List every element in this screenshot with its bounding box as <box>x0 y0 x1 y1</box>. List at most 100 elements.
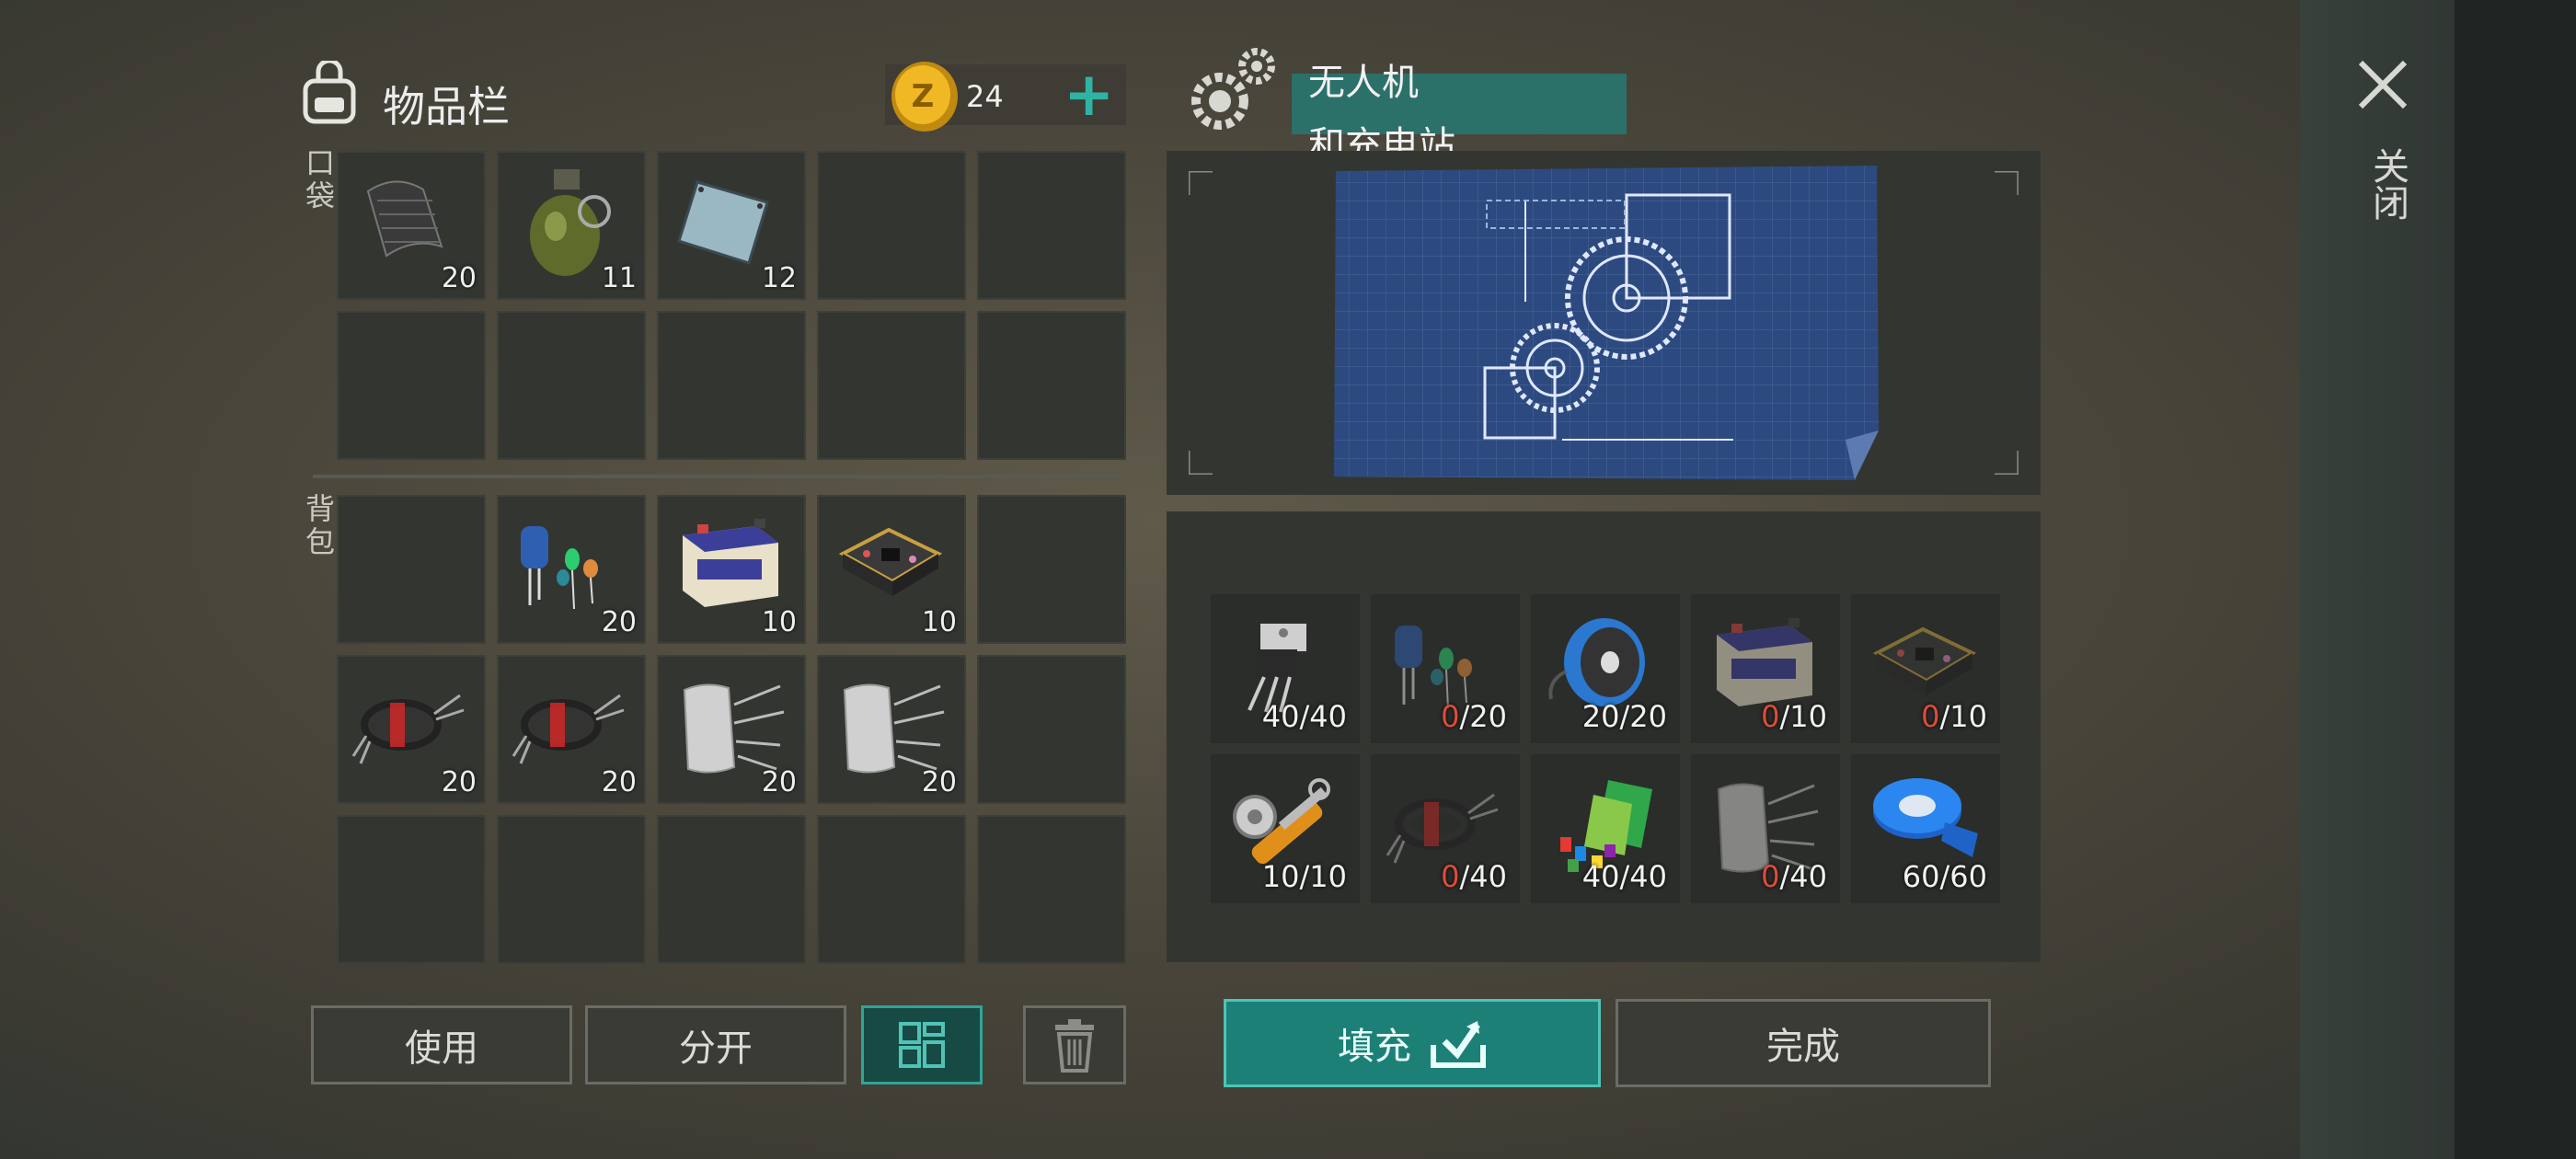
have-count: 40 <box>1581 859 1620 894</box>
split-button[interactable]: 分开 <box>585 1005 846 1084</box>
item-count: 20 <box>761 766 797 798</box>
requirement-count: 0/40 <box>1441 859 1507 894</box>
item-count: 20 <box>601 606 637 638</box>
use-button[interactable]: 使用 <box>311 1005 572 1084</box>
gold-coin-icon: Z <box>889 59 960 134</box>
requirement-count: 0/20 <box>1441 699 1507 734</box>
requirement-count: 20/20 <box>1582 699 1667 734</box>
fill-button[interactable]: 填充 <box>1224 999 1601 1087</box>
have-count: 0 <box>1761 859 1780 894</box>
pocket-slot[interactable] <box>817 151 966 300</box>
section-divider <box>313 475 1126 478</box>
have-count: 0 <box>1441 859 1460 894</box>
requirement-slot[interactable]: 0/10 <box>1691 594 1840 743</box>
pocket-slot[interactable] <box>657 311 806 460</box>
backpack-slot[interactable] <box>977 495 1126 644</box>
backpack-slot[interactable]: 10 <box>657 495 806 644</box>
requirement-slot[interactable]: 0/40 <box>1371 754 1520 903</box>
pocket-label: 口袋 <box>301 147 336 213</box>
item-count: 20 <box>441 766 477 798</box>
item-count: 10 <box>761 606 797 638</box>
need-count: /10 <box>1939 699 1988 734</box>
requirement-count: 10/10 <box>1262 859 1347 894</box>
circuit-board-icon <box>830 508 949 618</box>
pocket-slot[interactable] <box>497 311 646 460</box>
done-button[interactable]: 完成 <box>1616 999 1991 1087</box>
backpack-slot[interactable] <box>337 495 486 644</box>
requirement-count: 60/60 <box>1903 859 1987 894</box>
item-count: 10 <box>921 606 957 638</box>
have-count: 0 <box>1921 699 1940 734</box>
need-count: /40 <box>1619 859 1668 894</box>
backpack-slot[interactable]: 20 <box>497 655 646 804</box>
add-currency-button[interactable]: + <box>1064 59 1114 130</box>
blueprint-title-line1: 无人机 <box>1308 62 1419 104</box>
inventory-title: 物品栏 <box>383 82 510 132</box>
fill-button-label: 填充 <box>1338 1026 1411 1068</box>
requirement-slot[interactable]: 0/20 <box>1371 594 1520 743</box>
blueprint-preview-panel <box>1167 151 2041 495</box>
fill-tray-icon <box>1430 1017 1487 1069</box>
requirement-slot[interactable]: 0/10 <box>1851 594 2000 743</box>
backpack-icon <box>296 61 362 125</box>
duct-tape-icon <box>1864 767 1984 868</box>
backpack-slot[interactable]: 20 <box>817 655 966 804</box>
requirement-slot[interactable]: 0/40 <box>1691 754 1840 903</box>
trash-icon <box>1052 1017 1098 1073</box>
backpack-slot[interactable]: 20 <box>657 655 806 804</box>
requirement-count: 0/10 <box>1761 699 1827 734</box>
pocket-slot[interactable]: 20 <box>337 151 486 300</box>
close-label[interactable]: 关闭 <box>2361 147 2414 221</box>
pocket-slot[interactable] <box>977 311 1126 460</box>
close-icon[interactable] <box>2355 57 2410 112</box>
backpack-slot[interactable] <box>657 815 806 964</box>
item-count: 12 <box>761 262 797 294</box>
gears-icon <box>1187 46 1279 136</box>
requirement-count: 40/40 <box>1582 859 1667 894</box>
requirement-slot[interactable]: 10/10 <box>1211 754 1360 903</box>
backpack-slot[interactable] <box>977 655 1126 804</box>
grid-sort-icon <box>897 1020 947 1070</box>
wire-bundle-icon <box>350 668 469 778</box>
requirement-slot[interactable]: 40/40 <box>1531 754 1680 903</box>
item-count: 20 <box>601 766 637 798</box>
requirement-slot[interactable]: 40/40 <box>1211 594 1360 743</box>
trash-button[interactable] <box>1023 1005 1126 1084</box>
backpack-slot[interactable] <box>977 815 1126 964</box>
backpack-slot[interactable] <box>337 815 486 964</box>
have-count: 10 <box>1261 859 1300 894</box>
requirement-slot[interactable]: 60/60 <box>1851 754 2000 903</box>
metal-plate-icon <box>670 164 780 274</box>
have-count: 0 <box>1441 699 1460 734</box>
backpack-slot[interactable]: 10 <box>817 495 966 644</box>
need-count: /40 <box>1459 859 1508 894</box>
pocket-slot[interactable] <box>817 311 966 460</box>
need-count: /40 <box>1299 699 1348 734</box>
backpack-slot[interactable]: 20 <box>497 495 646 644</box>
backpack-label: 背包 <box>301 493 336 559</box>
pocket-slot[interactable] <box>977 151 1126 300</box>
currency-bar: Z 24 + <box>885 59 1126 132</box>
requirement-slot[interactable]: 20/20 <box>1531 594 1680 743</box>
have-count: 0 <box>1761 699 1780 734</box>
electronic-components-icon <box>510 508 629 618</box>
have-count: 20 <box>1581 699 1620 734</box>
requirement-count: 0/40 <box>1761 859 1827 894</box>
wire-bundle-icon <box>510 668 629 778</box>
car-battery-icon <box>670 508 789 618</box>
have-count: 40 <box>1261 699 1300 734</box>
pocket-slot[interactable]: 12 <box>657 151 806 300</box>
currency-amount: 24 <box>966 79 1004 114</box>
need-count: /10 <box>1779 699 1828 734</box>
backpack-slot[interactable] <box>497 815 646 964</box>
need-count: /20 <box>1459 699 1508 734</box>
requirement-count: 40/40 <box>1262 699 1347 734</box>
pocket-slot[interactable]: 11 <box>497 151 646 300</box>
need-count: /20 <box>1619 699 1668 734</box>
cloth-sheet-icon <box>350 164 460 274</box>
pocket-slot[interactable] <box>337 311 486 460</box>
need-count: /40 <box>1779 859 1828 894</box>
backpack-slot[interactable]: 20 <box>337 655 486 804</box>
backpack-slot[interactable] <box>817 815 966 964</box>
sort-grid-button[interactable] <box>861 1005 983 1084</box>
